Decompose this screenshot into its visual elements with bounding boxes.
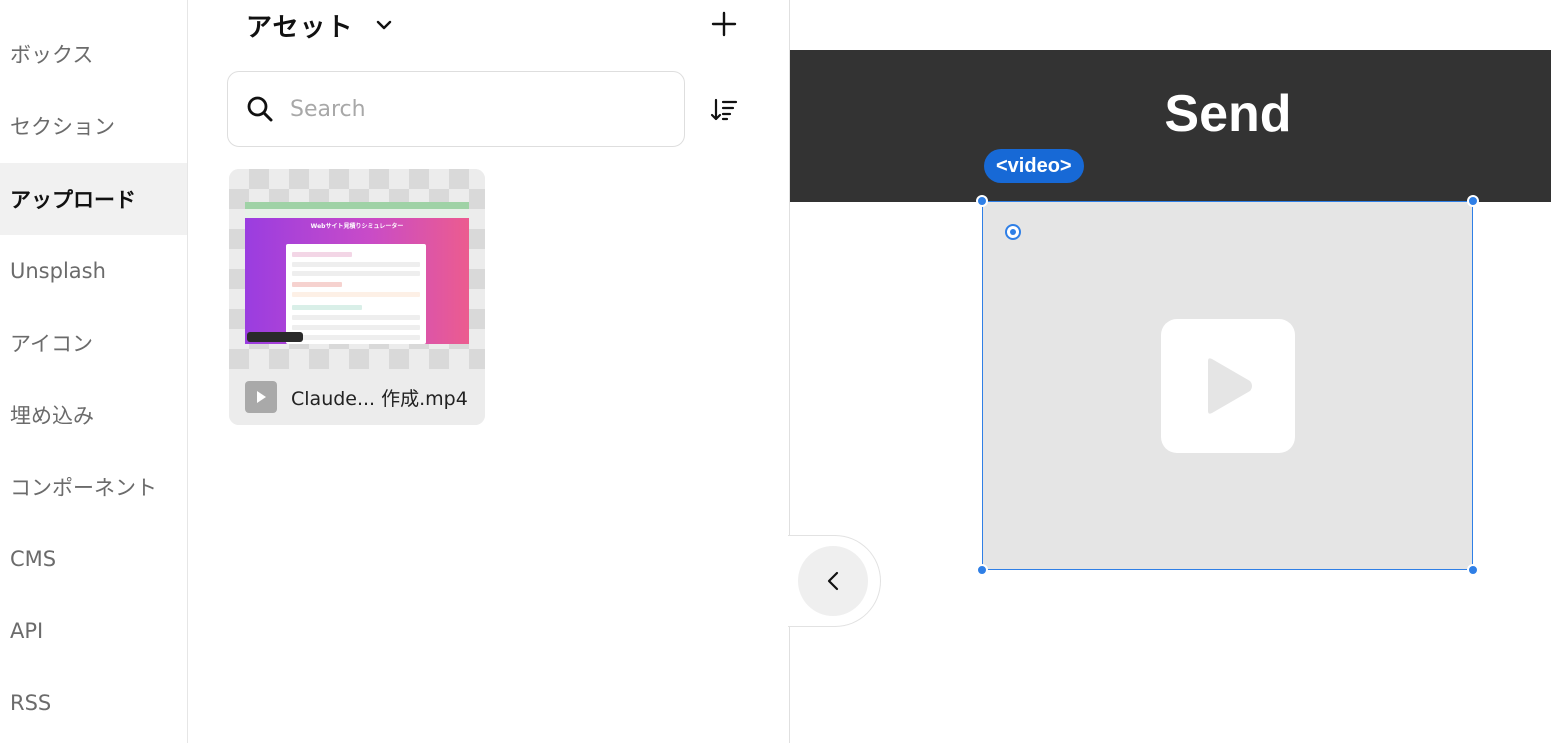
chevron-left-icon: [827, 571, 839, 591]
video-placeholder: [1161, 319, 1295, 453]
sidebar-item-label: API: [10, 619, 44, 643]
sidebar-nav: ボックス セクション アップロード Unsplash アイコン 埋め込み コンポ…: [0, 0, 188, 743]
design-canvas[interactable]: Send <video>: [788, 0, 1551, 743]
sidebar-item-label: コンポーネント: [10, 476, 157, 500]
preview-line: [292, 271, 420, 276]
origin-point-icon[interactable]: [1005, 224, 1021, 240]
video-file-icon: [245, 381, 277, 413]
preview-line: [292, 305, 362, 310]
sidebar-item-label: 埋め込み: [10, 404, 94, 428]
preview-address-bar: [245, 209, 469, 218]
preview-title: Webサイト見積りシミュレーター: [310, 223, 404, 230]
sidebar-item-api[interactable]: API: [0, 595, 187, 667]
panel-collapse-tab: [788, 535, 881, 627]
play-icon: [1208, 358, 1252, 414]
sidebar-item-label: RSS: [10, 691, 52, 715]
sidebar-item-label: Unsplash: [10, 259, 106, 283]
asset-card[interactable]: Webサイト見積りシミュレーター Claude... 作成.mp4: [229, 169, 485, 425]
preview-line: [292, 262, 420, 267]
sort-button[interactable]: [708, 94, 740, 126]
preview-line: [292, 282, 342, 287]
search-input[interactable]: [288, 95, 652, 123]
sidebar-item-section[interactable]: セクション: [0, 90, 187, 162]
preview-panel: [286, 244, 426, 344]
preview-line: [292, 252, 352, 257]
app-root: ボックス セクション アップロード Unsplash アイコン 埋め込み コンポ…: [0, 0, 1551, 743]
add-asset-button[interactable]: [708, 8, 740, 40]
sidebar-item-box[interactable]: ボックス: [0, 18, 187, 90]
sort-descending-icon: [710, 98, 738, 121]
preview-dock: [247, 332, 303, 342]
sidebar-item-cms[interactable]: CMS: [0, 523, 187, 595]
sidebar-item-icons[interactable]: アイコン: [0, 307, 187, 379]
sidebar-item-components[interactable]: コンポーネント: [0, 451, 187, 523]
search-box: [227, 71, 685, 147]
sidebar-item-embed[interactable]: 埋め込み: [0, 379, 187, 451]
assets-title-dropdown[interactable]: アセット: [246, 4, 393, 46]
video-element[interactable]: [982, 201, 1473, 570]
video-preview-image: Webサイト見積りシミュレーター: [245, 202, 469, 344]
asset-card-footer: Claude... 作成.mp4: [229, 369, 485, 425]
header-text[interactable]: Send: [790, 84, 1551, 144]
asset-thumbnail: Webサイト見積りシミュレーター: [229, 169, 485, 369]
resize-handle-bottom-left[interactable]: [976, 564, 988, 576]
selected-element-tag: <video>: [984, 149, 1084, 183]
preview-line: [292, 325, 420, 330]
preview-line: [292, 315, 420, 320]
assets-title: アセット: [246, 12, 354, 43]
sidebar-item-upload[interactable]: アップロード: [0, 163, 187, 235]
collapse-panel-button[interactable]: [798, 546, 868, 616]
sidebar-item-rss[interactable]: RSS: [0, 667, 187, 739]
sidebar-item-label: ボックス: [10, 43, 94, 67]
search-icon: [247, 96, 273, 122]
resize-handle-bottom-right[interactable]: [1467, 564, 1479, 576]
play-icon: [257, 391, 266, 403]
asset-file-name: Claude... 作成.mp4: [291, 387, 468, 410]
sidebar-item-label: アイコン: [10, 332, 93, 356]
sidebar-item-unsplash[interactable]: Unsplash: [0, 235, 187, 307]
sidebar-item-label: アップロード: [10, 188, 136, 212]
sidebar-item-label: CMS: [10, 547, 57, 571]
plus-icon: [711, 11, 737, 37]
chevron-down-icon: [377, 20, 392, 30]
preview-line: [292, 292, 420, 297]
resize-handle-top-right[interactable]: [1467, 195, 1479, 207]
assets-panel: アセット Search Webサイト見積りシミュレーター Claude... 作…: [188, 0, 790, 743]
preview-line: [292, 335, 420, 340]
sidebar-item-label: セクション: [10, 115, 115, 139]
resize-handle-top-left[interactable]: [976, 195, 988, 207]
